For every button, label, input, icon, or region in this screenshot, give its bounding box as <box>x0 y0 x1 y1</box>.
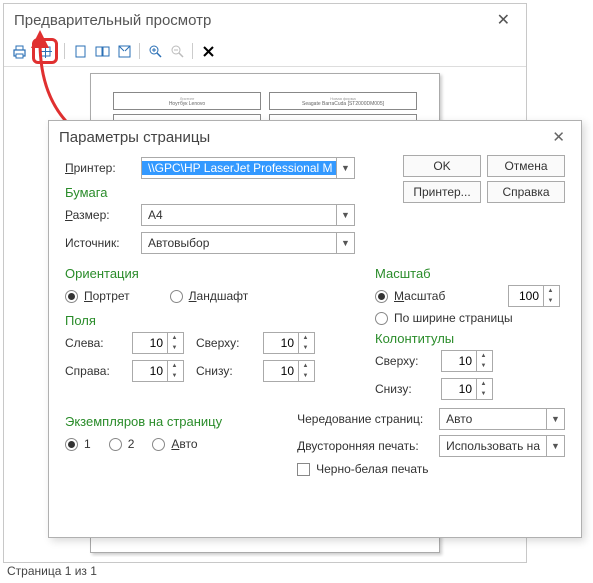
duplex-label: Двусторонняя печать: <box>297 439 439 453</box>
landscape-radio[interactable]: Ландшафт <box>170 289 249 303</box>
status-bar: Страница 1 из 1 <box>3 562 101 580</box>
close-icon[interactable]: ✕ <box>546 128 571 146</box>
chevron-down-icon[interactable]: ▼ <box>336 205 354 225</box>
copies-section: Экземпляров на страницу <box>65 414 289 429</box>
copies-auto-radio[interactable]: Авто <box>152 437 197 451</box>
close-icon[interactable]: ✕ <box>491 10 516 30</box>
portrait-radio[interactable]: Портрет <box>65 289 130 303</box>
preview-titlebar: Предварительный просмотр ✕ <box>4 4 526 36</box>
alternation-label: Чередование страниц: <box>297 412 439 426</box>
fit-width-icon[interactable] <box>115 42 133 60</box>
printer-label: Принтер: <box>65 161 141 175</box>
two-page-icon[interactable] <box>93 42 111 60</box>
bw-checkbox[interactable] <box>297 463 310 476</box>
print-icon[interactable] <box>10 42 28 60</box>
printer-button[interactable]: Принтер... <box>403 181 481 203</box>
copies-2-radio[interactable]: 2 <box>109 437 135 451</box>
close-toolbar-icon[interactable] <box>199 42 217 60</box>
header-top-input[interactable]: ▲▼ <box>441 350 493 372</box>
help-button[interactable]: Справка <box>487 181 565 203</box>
top-label: Сверху: <box>196 336 251 350</box>
header-top-label: Сверху: <box>375 354 431 368</box>
dialog-titlebar: Параметры страницы ✕ <box>49 121 581 153</box>
left-label: Слева: <box>65 336 120 350</box>
scale-section: Масштаб <box>375 266 565 281</box>
copies-1-radio[interactable]: 1 <box>65 437 91 451</box>
bottom-label: Снизу: <box>196 364 251 378</box>
scale-input[interactable]: ▲▼ <box>508 285 560 307</box>
page-setup-icon[interactable] <box>36 42 54 60</box>
right-margin-input[interactable]: ▲▼ <box>132 360 184 382</box>
left-margin-input[interactable]: ▲▼ <box>132 332 184 354</box>
preview-toolbar <box>4 36 526 67</box>
headers-section: Колонтитулы <box>375 331 565 346</box>
chevron-down-icon[interactable]: ▼ <box>336 158 354 178</box>
chevron-down-icon[interactable]: ▼ <box>546 409 564 429</box>
size-combo[interactable]: A4▼ <box>141 204 355 226</box>
cancel-button[interactable]: Отмена <box>487 155 565 177</box>
page-view-icon[interactable] <box>71 42 89 60</box>
duplex-combo[interactable]: Использовать на▼ <box>439 435 565 457</box>
margins-section: Поля <box>65 313 365 328</box>
scale-radio[interactable]: Масштаб ▲▼ <box>375 285 565 307</box>
chevron-down-icon[interactable]: ▼ <box>546 436 564 456</box>
dialog-title: Параметры страницы <box>59 129 210 146</box>
zoom-out-icon[interactable] <box>168 42 186 60</box>
bw-label: Черно-белая печать <box>316 462 428 476</box>
header-bottom-input[interactable]: ▲▼ <box>441 378 493 400</box>
source-label: Источник: <box>65 236 141 250</box>
source-combo[interactable]: Автовыбор▼ <box>141 232 355 254</box>
header-bottom-label: Снизу: <box>375 382 431 396</box>
printer-combo[interactable]: \\GPC\HP LaserJet Professional M▼ <box>141 157 355 179</box>
zoom-in-icon[interactable] <box>146 42 164 60</box>
preview-title: Предварительный просмотр <box>14 12 211 29</box>
orientation-section: Ориентация <box>65 266 365 281</box>
page-setup-dialog: Параметры страницы ✕ Принтер: \\GPC\HP L… <box>48 120 582 538</box>
top-margin-input[interactable]: ▲▼ <box>263 332 315 354</box>
highlighted-button <box>32 38 58 64</box>
fit-width-radio[interactable]: По ширине страницы <box>375 311 565 325</box>
alternation-combo[interactable]: Авто▼ <box>439 408 565 430</box>
ok-button[interactable]: OK <box>403 155 481 177</box>
size-label: Размер: <box>65 208 141 222</box>
chevron-down-icon[interactable]: ▼ <box>336 233 354 253</box>
bottom-margin-input[interactable]: ▲▼ <box>263 360 315 382</box>
right-label: Справа: <box>65 364 120 378</box>
